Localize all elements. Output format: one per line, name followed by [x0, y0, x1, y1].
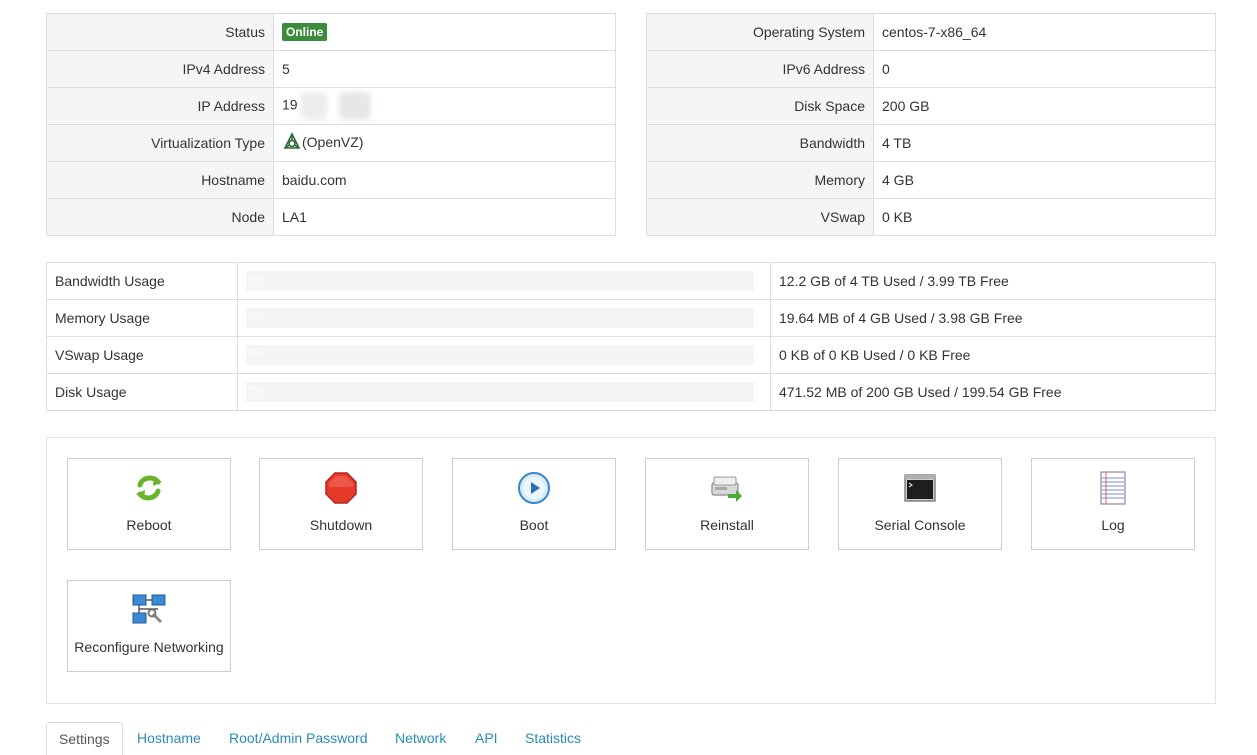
usage-progress-bar: 0% [246, 345, 754, 365]
shutdown-button[interactable]: Shutdown [259, 458, 423, 550]
tab-api[interactable]: API [463, 722, 510, 754]
usage-progress-bar: 0% [246, 308, 754, 328]
usage-row-bandwidth: Bandwidth Usage 0% 12.2 GB of 4 TB Used … [46, 262, 1216, 300]
info-value: (OpenVZ) [302, 133, 364, 150]
action-label: Log [1101, 517, 1125, 533]
usage-progress-bar: 0% [246, 271, 754, 291]
info-row-ipv4: IPv4 Address 5 [46, 50, 616, 88]
info-label: Node [46, 198, 274, 236]
usage-summary: 471.52 MB of 200 GB Used / 199.54 GB Fre… [770, 373, 1216, 411]
log-button[interactable]: Log [1031, 458, 1195, 550]
info-label: Disk Space [646, 87, 874, 125]
settings-tabs: Settings Hostname Root/Admin Password Ne… [46, 722, 1216, 755]
info-row-node: Node LA1 [46, 198, 616, 236]
info-row-memory: Memory 4 GB [646, 161, 1216, 199]
reinstall-button[interactable]: Reinstall [645, 458, 809, 550]
resource-usage-table: Bandwidth Usage 0% 12.2 GB of 4 TB Used … [46, 262, 1216, 411]
info-label: VSwap [646, 198, 874, 236]
reinstall-icon [710, 471, 744, 505]
usage-progress-text: 0% [248, 274, 263, 285]
action-label: Boot [519, 517, 549, 533]
info-value: 19 [282, 96, 298, 113]
usage-label: Memory Usage [46, 299, 238, 337]
usage-summary: 19.64 MB of 4 GB Used / 3.98 GB Free [770, 299, 1216, 337]
info-label: IPv4 Address [46, 50, 274, 88]
usage-progress-bar: 0% [246, 382, 754, 402]
info-row-os: Operating System centos-7-x86_64 [646, 13, 1216, 51]
info-label: Hostname [46, 161, 274, 199]
info-value: 4 GB [873, 161, 1216, 199]
serial-console-button[interactable]: Serial Console [838, 458, 1002, 550]
info-label: Status [46, 13, 274, 51]
info-row-bandwidth: Bandwidth 4 TB [646, 124, 1216, 162]
reboot-button[interactable]: Reboot [67, 458, 231, 550]
status-badge: Online [282, 23, 328, 41]
openvz-logo-icon [282, 131, 302, 155]
action-label: Reboot [126, 517, 172, 533]
reconfigure-networking-button[interactable]: Reconfigure Networking [67, 580, 231, 672]
boot-icon [517, 471, 551, 505]
boot-button[interactable]: Boot [452, 458, 616, 550]
action-label: Reinstall [700, 517, 754, 533]
info-value: 200 GB [873, 87, 1216, 125]
tab-settings[interactable]: Settings [46, 722, 123, 755]
reboot-icon [132, 471, 166, 505]
usage-summary: 0 KB of 0 KB Used / 0 KB Free [770, 336, 1216, 374]
info-label: Memory [646, 161, 874, 199]
info-value: baidu.com [273, 161, 616, 199]
tab-root-admin-password[interactable]: Root/Admin Password [217, 722, 380, 754]
shutdown-icon [324, 471, 358, 505]
usage-progress-text: 0% [248, 385, 263, 396]
usage-progress-text: 0% [248, 348, 263, 359]
info-label: Virtualization Type [46, 124, 274, 162]
redacted-ip-blur [301, 92, 328, 120]
info-value: centos-7-x86_64 [873, 13, 1216, 51]
usage-row-disk: Disk Usage 0% 471.52 MB of 200 GB Used /… [46, 373, 1216, 411]
tab-statistics[interactable]: Statistics [513, 722, 593, 754]
server-info-table-left: Status Online IPv4 Address 5 IP Address … [46, 13, 616, 236]
tab-network[interactable]: Network [383, 722, 458, 754]
info-value: 0 KB [873, 198, 1216, 236]
info-value: 0 [873, 50, 1216, 88]
action-label: Reconfigure Networking [74, 639, 224, 655]
info-row-ip: IP Address 19 [46, 87, 616, 125]
usage-label: Bandwidth Usage [46, 262, 238, 300]
info-row-hostname: Hostname baidu.com [46, 161, 616, 199]
serial-console-icon [903, 471, 937, 505]
info-label: Bandwidth [646, 124, 874, 162]
network-icon [132, 593, 166, 627]
info-label: IPv6 Address [646, 50, 874, 88]
info-label: IP Address [46, 87, 274, 125]
usage-row-memory: Memory Usage 0% 19.64 MB of 4 GB Used / … [46, 299, 1216, 337]
action-label: Shutdown [309, 517, 373, 533]
info-row-disk-space: Disk Space 200 GB [646, 87, 1216, 125]
info-value: LA1 [273, 198, 616, 236]
usage-progress-text: 0% [248, 311, 263, 322]
info-row-virtualization: Virtualization Type (OpenVZ) [46, 124, 616, 162]
usage-row-vswap: VSwap Usage 0% 0 KB of 0 KB Used / 0 KB … [46, 336, 1216, 374]
tab-hostname[interactable]: Hostname [125, 722, 213, 754]
info-value: 5 [273, 50, 616, 88]
redacted-ip-blur [339, 92, 372, 120]
server-info-table-right: Operating System centos-7-x86_64 IPv6 Ad… [646, 13, 1216, 236]
info-row-vswap: VSwap 0 KB [646, 198, 1216, 236]
info-row-status: Status Online [46, 13, 616, 51]
usage-summary: 12.2 GB of 4 TB Used / 3.99 TB Free [770, 262, 1216, 300]
usage-label: Disk Usage [46, 373, 238, 411]
info-label: Operating System [646, 13, 874, 51]
server-actions-panel: Reboot Shutdown Boot Reinstall Serial Co… [46, 437, 1216, 704]
info-row-ipv6: IPv6 Address 0 [646, 50, 1216, 88]
log-icon [1096, 471, 1130, 505]
action-label: Serial Console [874, 517, 966, 533]
info-value: 4 TB [873, 124, 1216, 162]
usage-label: VSwap Usage [46, 336, 238, 374]
